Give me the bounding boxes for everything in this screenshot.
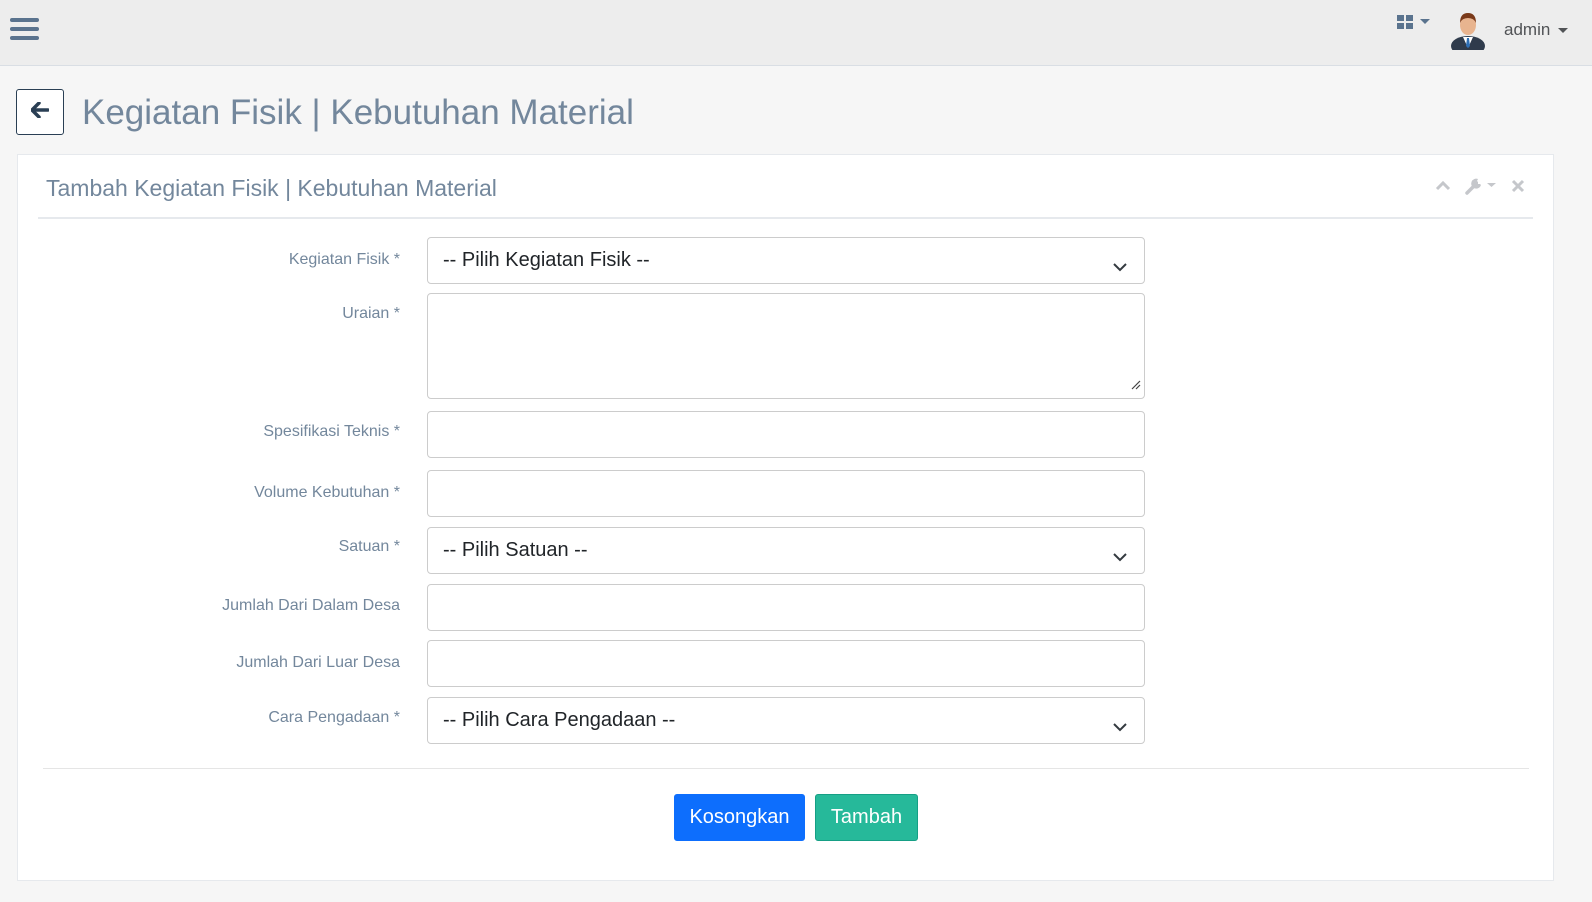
grid-icon[interactable]: [1397, 15, 1437, 35]
jumlah-dalam-desa-label: Jumlah Dari Dalam Desa: [222, 597, 400, 614]
uraian-label: Uraian *: [342, 305, 400, 322]
kegiatan-fisik-label: Kegiatan Fisik *: [288, 251, 400, 268]
tambah-button[interactable]: Tambah: [815, 794, 918, 841]
panel-title: Tambah Kegiatan Fisik | Kebutuhan Materi…: [46, 175, 497, 201]
chevron-up-icon[interactable]: [1435, 181, 1451, 191]
cara-pengadaan-label: Cara Pengadaan *: [268, 709, 400, 726]
resize-grip-icon[interactable]: [1131, 377, 1141, 395]
satuan-select[interactable]: -- Pilih Satuan --: [427, 527, 1145, 574]
back-button[interactable]: [16, 89, 64, 135]
user-name: admin: [1504, 20, 1551, 39]
form-divider: [43, 768, 1529, 769]
jumlah-luar-desa-input[interactable]: [427, 640, 1145, 687]
cara-pengadaan-select[interactable]: -- Pilih Cara Pengadaan --: [427, 697, 1145, 744]
spesifikasi-teknis-input[interactable]: [427, 411, 1145, 458]
user-avatar[interactable]: [1450, 10, 1486, 56]
kosongkan-button[interactable]: Kosongkan: [674, 794, 805, 841]
user-menu[interactable]: admin: [1504, 20, 1569, 40]
caret-down-icon: [1558, 27, 1569, 33]
close-icon[interactable]: [1511, 179, 1525, 193]
panel-toolbox: [1435, 177, 1525, 195]
chevron-down-icon: [1113, 715, 1127, 738]
uraian-textarea[interactable]: [427, 293, 1145, 399]
kegiatan-fisik-selected-value: -- Pilih Kegiatan Fisik --: [443, 249, 650, 271]
kegiatan-fisik-select[interactable]: -- Pilih Kegiatan Fisik --: [427, 237, 1145, 284]
volume-kebutuhan-input[interactable]: [427, 470, 1145, 517]
panel-divider: [38, 217, 1533, 219]
jumlah-dalam-desa-input[interactable]: [427, 584, 1145, 631]
volume-kebutuhan-label: Volume Kebutuhan *: [254, 484, 400, 501]
arrow-left-icon: [30, 100, 50, 123]
jumlah-luar-desa-label: Jumlah Dari Luar Desa: [236, 654, 400, 671]
cara-pengadaan-selected-value: -- Pilih Cara Pengadaan --: [443, 709, 676, 731]
hamburger-icon[interactable]: [10, 18, 39, 44]
chevron-down-icon: [1113, 255, 1127, 278]
top-navbar: admin: [0, 0, 1592, 66]
form-panel: Tambah Kegiatan Fisik | Kebutuhan Materi…: [17, 154, 1554, 881]
page-title: Kegiatan Fisik | Kebutuhan Material: [82, 93, 634, 132]
chevron-down-icon: [1113, 545, 1127, 568]
satuan-selected-value: -- Pilih Satuan --: [443, 539, 588, 561]
spesifikasi-teknis-label: Spesifikasi Teknis *: [263, 423, 400, 440]
satuan-label: Satuan *: [338, 538, 400, 555]
wrench-icon[interactable]: [1465, 177, 1497, 195]
